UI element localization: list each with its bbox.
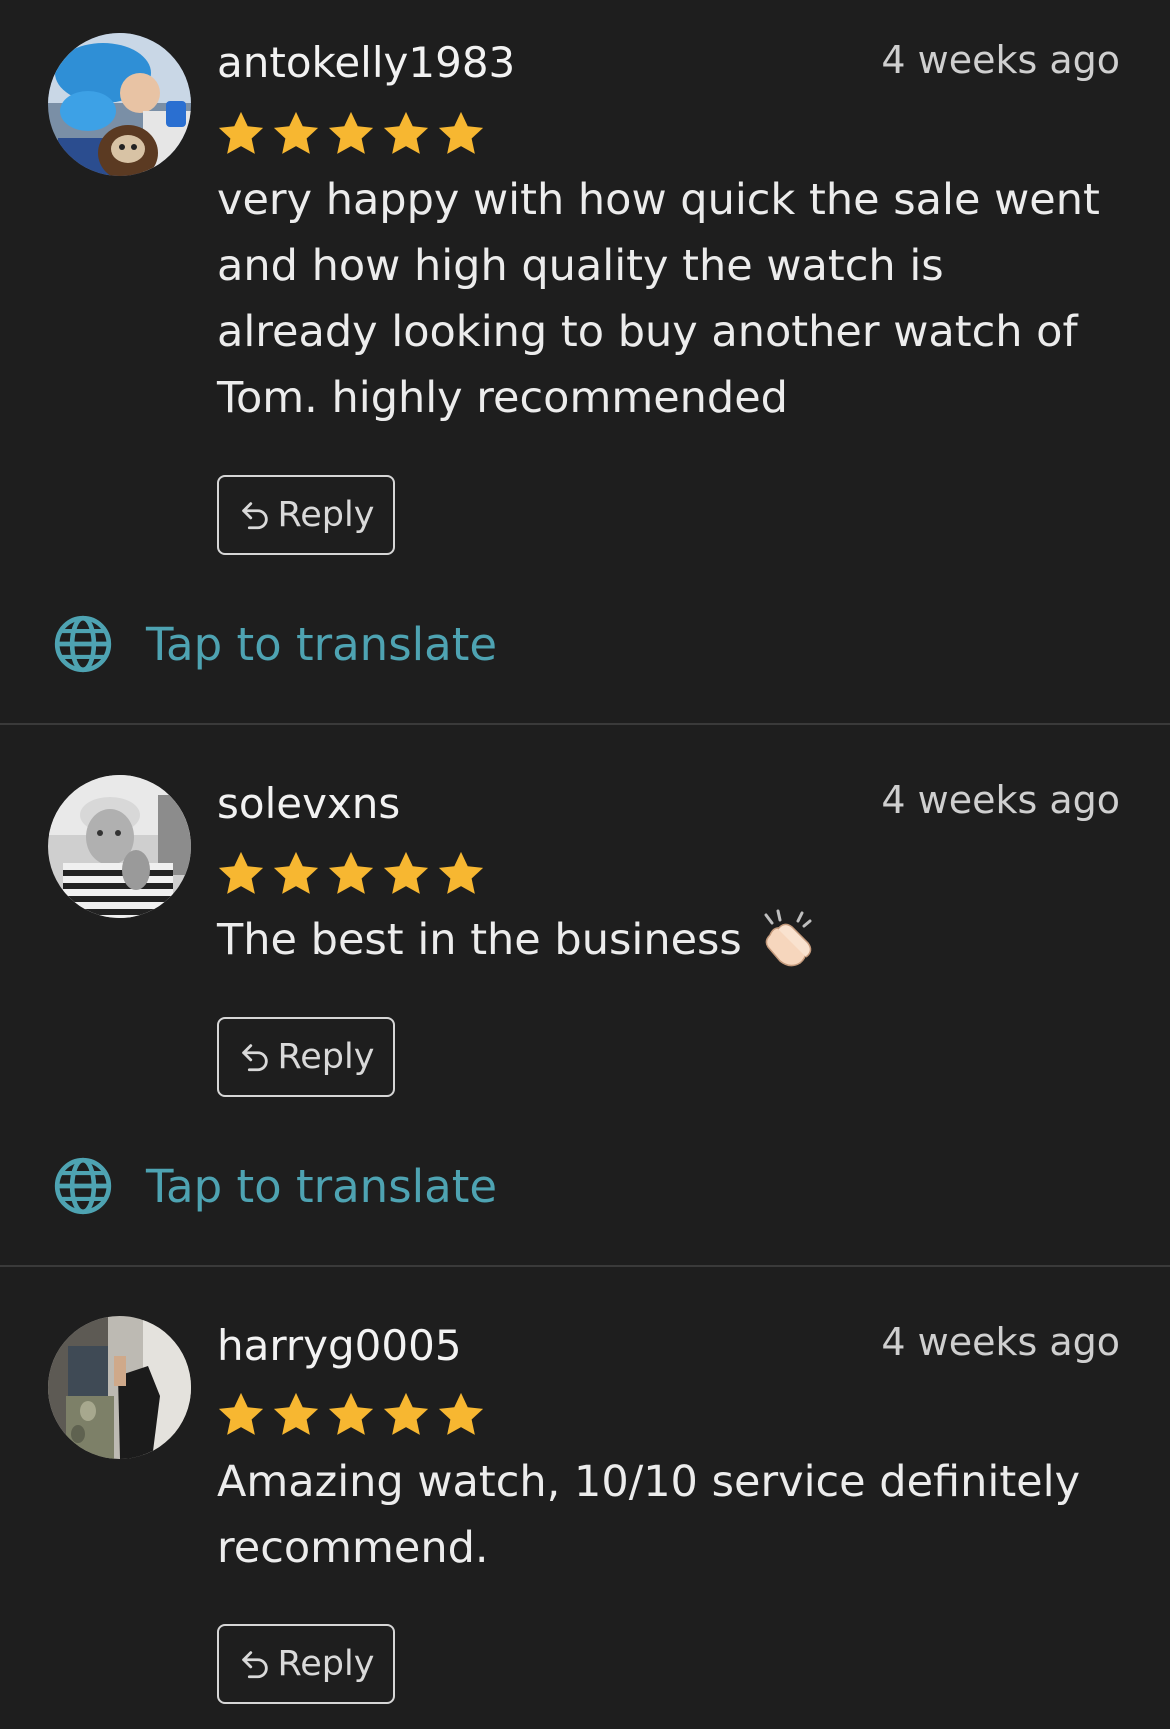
- star-icon: [328, 851, 374, 894]
- star-icon: [273, 1392, 319, 1435]
- review-divider: [0, 1265, 1170, 1267]
- review-text: very happy with how quick the sale went …: [217, 167, 1117, 431]
- review-text-line: The best in the business: [217, 907, 1117, 973]
- review-text-content: The best in the business: [217, 915, 742, 965]
- star-icon: [218, 1392, 264, 1435]
- review-text-line: and how high quality the watch is: [217, 241, 944, 291]
- review-divider: [0, 723, 1170, 725]
- user-avatar[interactable]: [48, 1316, 191, 1459]
- star-icon: [438, 111, 484, 154]
- reply-button[interactable]: Reply: [217, 475, 395, 555]
- review-text: The best in the business: [217, 907, 1117, 973]
- star-icon: [218, 111, 264, 154]
- star-rating: [215, 1389, 487, 1441]
- star-icon: [438, 1392, 484, 1435]
- star-rating: [215, 108, 487, 160]
- star-icon: [438, 851, 484, 894]
- username[interactable]: antokelly1983: [217, 37, 515, 89]
- reply-label: Reply: [277, 1037, 375, 1077]
- user-avatar[interactable]: [48, 33, 191, 176]
- user-avatar[interactable]: [48, 775, 191, 918]
- star-icon: [383, 851, 429, 894]
- star-icon: [328, 1392, 374, 1435]
- review-text-line: already looking to buy another watch of: [217, 307, 1078, 357]
- star-icon: [328, 111, 374, 154]
- review-text: Amazing watch, 10/10 service definitely …: [217, 1449, 1117, 1581]
- star-icon: [273, 851, 319, 894]
- reply-label: Reply: [277, 495, 375, 535]
- star-icon: [218, 851, 264, 894]
- star-icon: [383, 1392, 429, 1435]
- review-text-line: recommend.: [217, 1523, 489, 1573]
- translate-link[interactable]: Tap to translate: [52, 1154, 497, 1218]
- review-text-line: very happy with how quick the sale went: [217, 175, 1100, 225]
- reply-label: Reply: [277, 1644, 375, 1684]
- review-text-line: Tom. highly recommended: [217, 373, 788, 423]
- globe-icon: [54, 615, 112, 673]
- username[interactable]: solevxns: [217, 778, 400, 830]
- review-timestamp: 4 weeks ago: [881, 778, 1120, 822]
- star-rating: [215, 848, 487, 900]
- reply-arrow-icon: [241, 1651, 268, 1679]
- globe-icon: [54, 1157, 112, 1215]
- reply-button[interactable]: Reply: [217, 1624, 395, 1704]
- review-timestamp: 4 weeks ago: [881, 38, 1120, 82]
- reply-arrow-icon: [241, 502, 268, 530]
- review-timestamp: 4 weeks ago: [881, 1320, 1120, 1364]
- translate-label: Tap to translate: [146, 1159, 498, 1213]
- reply-button[interactable]: Reply: [217, 1017, 395, 1097]
- star-icon: [383, 111, 429, 154]
- translate-link[interactable]: Tap to translate: [52, 612, 497, 676]
- review-text-line: Amazing watch, 10/10 service definitely: [217, 1457, 1081, 1507]
- username[interactable]: harryg0005: [217, 1320, 462, 1372]
- star-icon: [273, 111, 319, 154]
- clapping-hands-icon: [764, 909, 812, 966]
- translate-label: Tap to translate: [146, 617, 498, 671]
- reply-arrow-icon: [241, 1044, 268, 1072]
